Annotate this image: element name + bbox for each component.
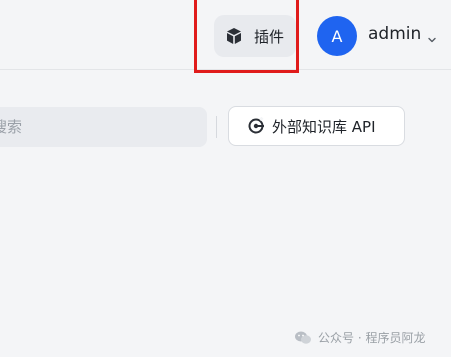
plugin-button-label: 插件 bbox=[254, 27, 285, 46]
search-input[interactable] bbox=[0, 117, 207, 137]
user-name[interactable]: admin bbox=[368, 24, 421, 44]
cube-icon bbox=[224, 26, 244, 46]
avatar[interactable]: A bbox=[317, 16, 357, 56]
top-header: 插件 A admin bbox=[0, 0, 451, 70]
plugin-button[interactable]: 插件 bbox=[214, 15, 296, 57]
external-api-icon bbox=[247, 117, 265, 135]
watermark: 公众号 · 程序员阿龙 bbox=[294, 329, 425, 346]
chevron-down-icon[interactable] bbox=[427, 29, 437, 43]
avatar-letter: A bbox=[331, 26, 343, 46]
watermark-text: 公众号 · 程序员阿龙 bbox=[318, 331, 426, 345]
external-knowledge-api-label: 外部知识库 API bbox=[272, 117, 376, 136]
toolbar-divider bbox=[216, 116, 217, 138]
external-knowledge-api-button[interactable]: 外部知识库 API bbox=[228, 106, 405, 146]
search-box[interactable] bbox=[0, 107, 207, 147]
wechat-icon bbox=[294, 330, 312, 346]
